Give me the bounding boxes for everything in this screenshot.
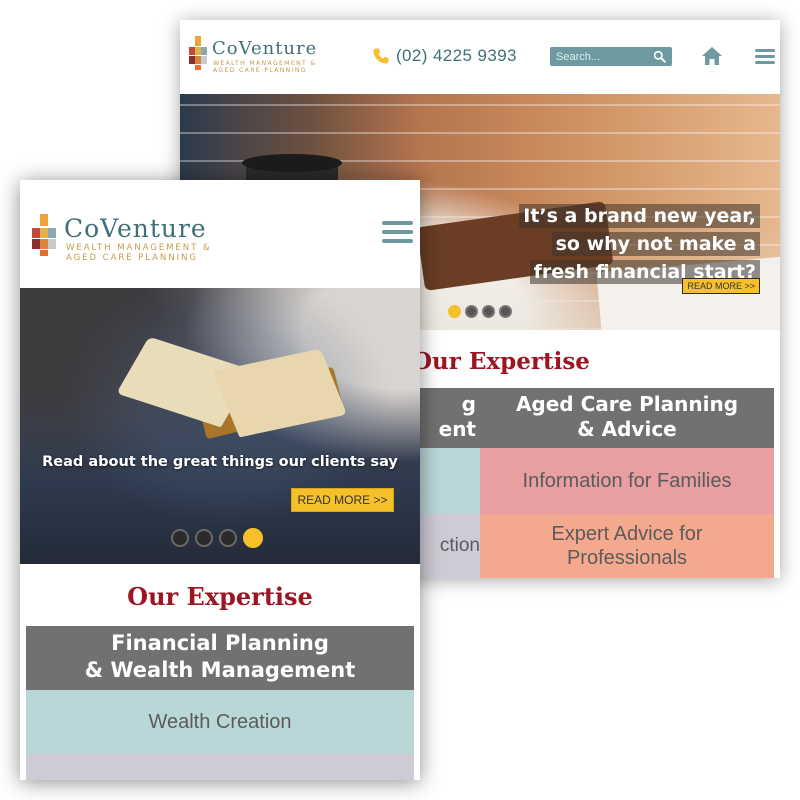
heading-line: ent xyxy=(438,417,476,441)
slider-dot-2[interactable] xyxy=(465,305,478,318)
heading-line: & Advice xyxy=(577,417,677,441)
phone-number: (02) 4225 9393 xyxy=(396,46,517,65)
menu-bar xyxy=(382,221,413,225)
logo-name: CoVenture xyxy=(64,214,207,243)
slider-dot-1[interactable] xyxy=(171,529,189,547)
heading-line: g xyxy=(461,392,476,416)
site-header: CoVenture WEALTH MANAGEMENT & AGED CARE … xyxy=(180,20,780,94)
logo-tagline-line-1: WEALTH MANAGEMENT & xyxy=(66,243,212,253)
hero-image-cup-rim xyxy=(242,154,342,172)
logo-tagline-line-2: AGED CARE PLANNING xyxy=(66,252,198,263)
slider-dot-4[interactable] xyxy=(243,528,263,548)
menu-button[interactable] xyxy=(755,49,775,64)
wealth-creation-link[interactable] xyxy=(420,448,480,514)
site-header: CoVenture WEALTH MANAGEMENT & AGED CARE … xyxy=(20,180,420,288)
slider-dot-2[interactable] xyxy=(195,529,213,547)
hero-caption: Read about the great things our clients … xyxy=(42,454,398,470)
logo-tagline-line-2: AGED CARE PLANNING xyxy=(213,67,307,75)
heading-line: Aged Care Planning xyxy=(515,392,739,416)
information-for-families-link[interactable]: Information for Families xyxy=(480,448,774,514)
hero-slider: Read about the great things our clients … xyxy=(20,288,420,564)
slider-dot-3[interactable] xyxy=(482,305,495,318)
menu-bar xyxy=(755,55,775,58)
logo-mark xyxy=(28,212,60,256)
expert-advice-link[interactable]: Expert Advice for Professionals xyxy=(480,514,774,578)
site-logo[interactable]: CoVenture WEALTH MANAGEMENT & AGED CARE … xyxy=(28,212,288,264)
expertise-title: Our Expertise xyxy=(412,348,590,375)
heading-line: & Wealth Management xyxy=(84,658,356,682)
menu-bar xyxy=(755,61,775,64)
protection-link[interactable]: ction xyxy=(420,514,480,578)
aged-care-heading[interactable]: Aged Care Planning & Advice xyxy=(480,388,774,448)
menu-bar xyxy=(755,49,775,52)
slider-dot-4[interactable] xyxy=(499,305,512,318)
search-icon[interactable] xyxy=(653,50,666,63)
heading-line: Financial Planning xyxy=(111,631,329,655)
read-more-button[interactable]: READ MORE >> xyxy=(291,488,394,512)
slider-dots xyxy=(171,528,263,548)
read-more-button[interactable]: READ MORE >> xyxy=(682,278,760,294)
logo-mark xyxy=(186,34,210,70)
logo-tagline: WEALTH MANAGEMENT & AGED CARE PLANNING xyxy=(66,243,212,264)
slider-dot-1[interactable] xyxy=(448,305,461,318)
slider-dots xyxy=(448,305,512,318)
logo-name: CoVenture xyxy=(212,38,318,59)
search-box xyxy=(550,47,672,66)
contact-phone[interactable]: (02) 4225 9393 xyxy=(372,44,517,68)
financial-planning-heading[interactable]: g ent xyxy=(420,388,480,448)
hero-headline-line-1: It’s a brand new year, xyxy=(519,204,760,228)
expertise-title: Our Expertise xyxy=(127,582,313,611)
search-input[interactable] xyxy=(550,50,650,63)
wealth-creation-link[interactable]: Wealth Creation xyxy=(26,690,414,754)
phone-screenshot: CoVenture WEALTH MANAGEMENT & AGED CARE … xyxy=(20,180,420,780)
expert-advice-label: Expert Advice for Professionals xyxy=(551,523,703,569)
phone-icon xyxy=(373,48,389,64)
menu-bar xyxy=(382,230,413,234)
home-icon[interactable] xyxy=(701,46,723,66)
next-expertise-item[interactable] xyxy=(26,754,414,780)
hero-headline-line-2: so why not make a xyxy=(551,232,760,256)
menu-button[interactable] xyxy=(382,221,413,243)
site-logo[interactable]: CoVenture WEALTH MANAGEMENT & AGED CARE … xyxy=(186,34,346,80)
menu-bar xyxy=(382,239,413,243)
logo-tagline-line-1: WEALTH MANAGEMENT & xyxy=(213,60,317,67)
logo-tagline: WEALTH MANAGEMENT & AGED CARE PLANNING xyxy=(213,60,316,74)
financial-planning-heading[interactable]: Financial Planning & Wealth Management xyxy=(26,626,414,690)
slider-dot-3[interactable] xyxy=(219,529,237,547)
